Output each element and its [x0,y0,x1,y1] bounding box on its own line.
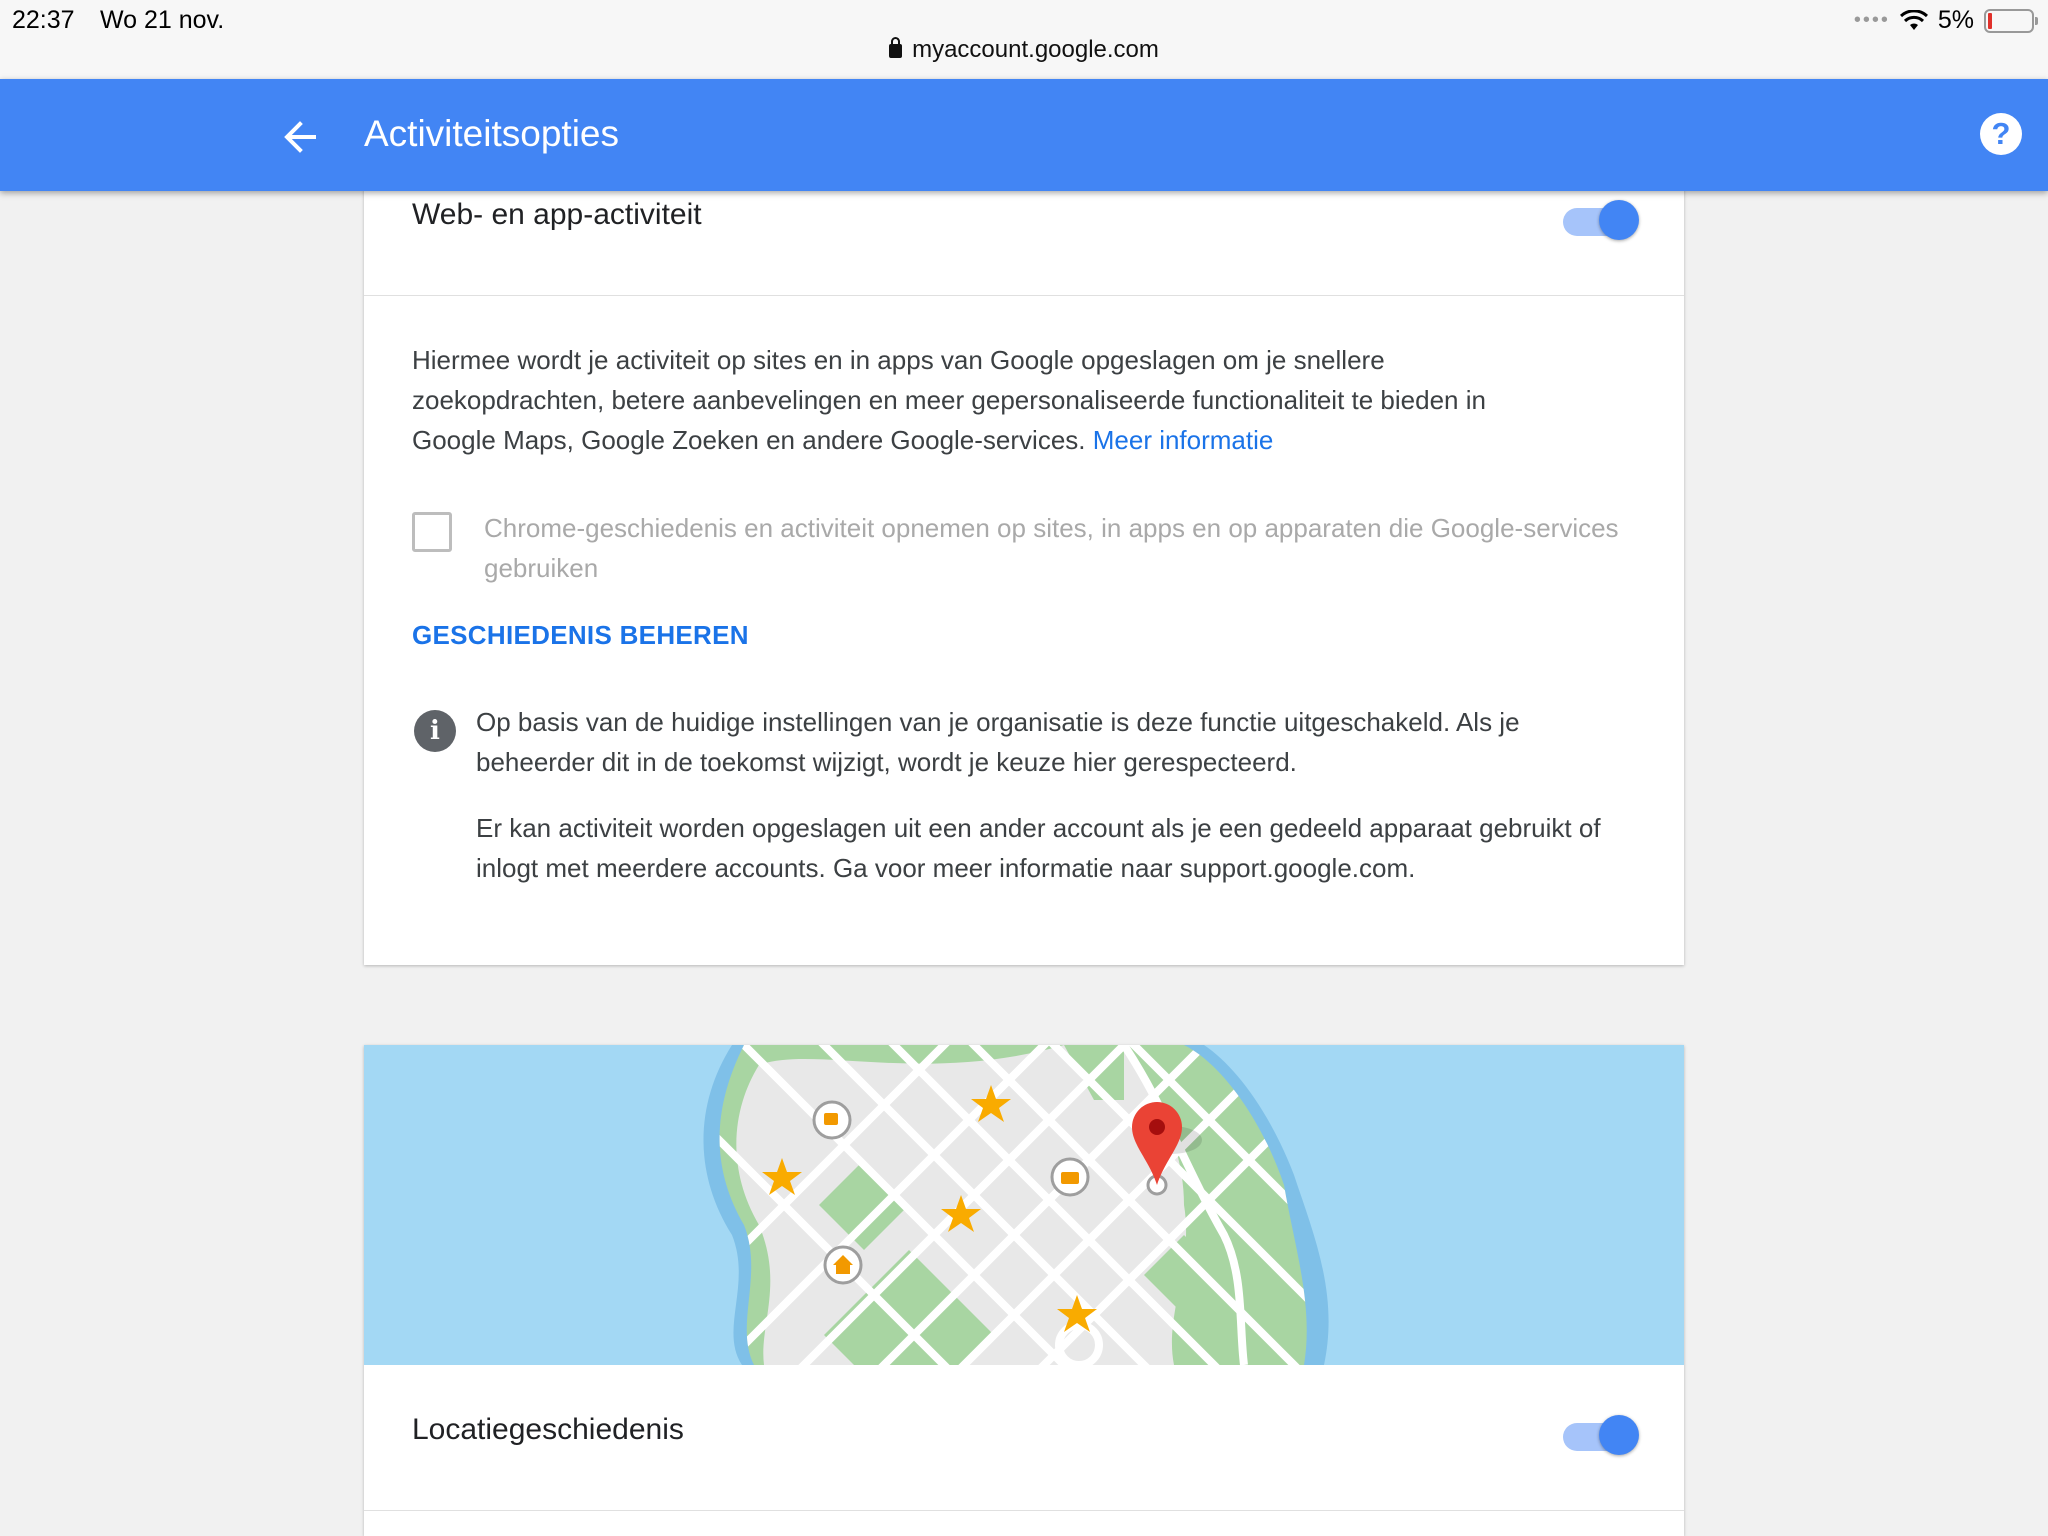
lock-icon [889,37,903,58]
app-bar: Activiteitsopties ? [0,79,2048,191]
status-time: 22:37 [12,6,75,34]
location-history-row: Locatiegeschiedenis [364,1365,1684,1511]
status-right: •••• 5% [1853,6,2038,35]
toggle-knob [1599,200,1639,240]
chrome-history-checkbox[interactable] [412,512,452,552]
chrome-history-checkbox-label: Chrome-geschiedenis en activiteit opneme… [484,513,1619,583]
back-button[interactable] [272,109,328,165]
description-text: Hiermee wordt je activiteit op sites en … [412,345,1486,455]
address-bar[interactable]: myaccount.google.com [0,36,2048,64]
info-icon: i [414,710,456,752]
web-app-activity-description: Hiermee wordt je activiteit op sites en … [412,340,1492,460]
url-text: myaccount.google.com [912,36,1159,63]
home-poi-icon [823,1245,863,1285]
status-date: Wo 21 nov. [100,6,225,34]
briefcase-poi-icon [1050,1157,1090,1197]
location-history-toggle[interactable] [1563,1413,1639,1455]
manage-history-link[interactable]: GESCHIEDENIS BEHEREN [412,620,749,651]
web-app-activity-card: Web- en app-activiteit Hiermee wordt je … [364,150,1684,965]
more-info-link[interactable]: Meer informatie [1093,425,1274,455]
wifi-icon [1899,9,1928,30]
cellular-signal-icon: •••• [1853,9,1890,31]
web-app-activity-toggle[interactable] [1563,198,1639,240]
status-bar: 22:37 Wo 21 nov. •••• 5% myaccount.googl… [0,0,2048,79]
page-title: Activiteitsopties [364,113,619,154]
battery-icon [1984,8,2038,33]
location-history-title: Locatiegeschiedenis [412,1413,684,1446]
location-history-card: Locatiegeschiedenis [364,1045,1684,1536]
organization-info-text: Op basis van de huidige instellingen van… [476,707,1520,777]
map-illustration [364,1045,1684,1365]
web-app-activity-title: Web- en app-activiteit [412,198,702,231]
toggle-knob [1599,1415,1639,1455]
battery-percent: 5% [1937,6,1974,34]
help-circle-icon[interactable]: ? [1980,113,2022,155]
shared-device-info-text: Er kan activiteit worden opgeslagen uit … [476,813,1601,883]
coffee-poi-icon [812,1100,852,1140]
arrow-left-icon [284,121,316,153]
